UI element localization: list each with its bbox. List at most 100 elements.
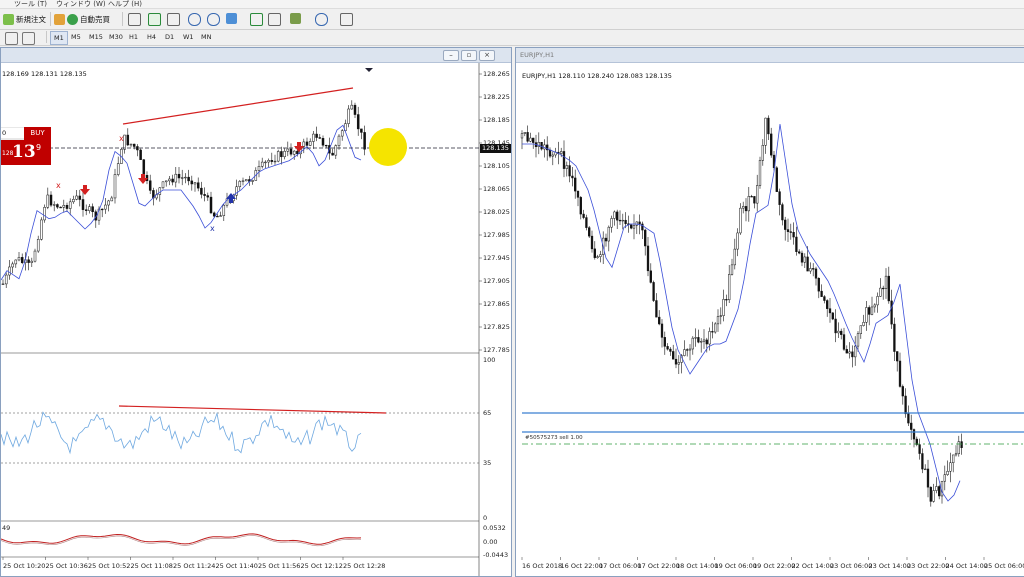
tf-m30[interactable]: M30 [106, 31, 126, 43]
autoscroll-icon[interactable] [268, 13, 281, 26]
candle [674, 348, 678, 369]
tf-m1[interactable]: M1 [50, 31, 68, 45]
tf-m5[interactable]: M5 [68, 31, 84, 43]
order-label: #50575273 sell 1.00 [525, 435, 583, 441]
candle [784, 216, 787, 241]
toolbar-separator [122, 12, 123, 26]
candle [571, 166, 574, 187]
candle [730, 258, 734, 276]
candle [789, 223, 792, 240]
candle [826, 299, 829, 317]
arrows-tool-icon[interactable] [22, 32, 35, 45]
time-tick-label: 25 Oct 10:20 [3, 562, 45, 570]
tf-mn[interactable]: MN [198, 31, 214, 43]
new-order-label: 新規注文 [16, 14, 46, 24]
osc-axis: 0.0532 0.00 -0.0443 [483, 524, 508, 559]
text-tool-icon[interactable] [5, 32, 18, 45]
right-ohlc-info: EURJPY,H1 128.110 128.240 128.083 128.13… [522, 72, 672, 80]
expert-icon [67, 13, 78, 25]
buy-button[interactable]: BUY [24, 127, 51, 140]
candle [750, 194, 753, 198]
time-tick-label: 16 Oct 2018 [522, 562, 562, 570]
candle-chart-icon[interactable] [148, 13, 161, 26]
time-tick-label: 25 Oct 11:08 [131, 562, 173, 570]
indicators-icon[interactable] [290, 13, 301, 24]
rsi-line [1, 411, 362, 455]
zoom-in-icon[interactable] [188, 13, 201, 26]
tf-h1[interactable]: H1 [126, 31, 141, 43]
candle [817, 277, 820, 299]
candle [764, 117, 767, 154]
price-tick-label: 127.985 [483, 231, 510, 239]
tf-d1[interactable]: D1 [162, 31, 177, 43]
candle [798, 249, 801, 255]
candle [590, 230, 594, 253]
candle [722, 289, 725, 322]
candle [946, 460, 949, 476]
right-chart-canvas[interactable]: 16 Oct 201816 Oct 22:0017 Oct 06:0017 Oc… [516, 48, 1024, 576]
candle [551, 151, 554, 166]
candle [767, 115, 770, 140]
new-order-button[interactable]: 新規注文 [3, 12, 46, 26]
chart-shift-icon[interactable] [250, 13, 263, 26]
candle [949, 452, 952, 483]
candle [663, 331, 666, 355]
auto-trading-button[interactable]: 自動売買 [54, 12, 110, 26]
buy-price-main[interactable]: 13 [12, 142, 36, 162]
rsi-tick-label: 0 [483, 514, 487, 522]
time-tick-label: 25 Oct 11:40 [216, 562, 258, 570]
candle [924, 464, 927, 471]
candle [700, 338, 703, 353]
time-tick-label: 24 Oct 14:00 [946, 562, 988, 570]
candle [775, 166, 778, 192]
candle [725, 294, 728, 307]
time-tick-label: 25 Oct 10:36 [46, 562, 88, 570]
menu-window[interactable]: ウィンドウ (W) [56, 0, 106, 9]
time-tick-label: 25 Oct 12:12 [301, 562, 343, 570]
time-tick-label: 22 Oct 14:00 [792, 562, 834, 570]
candle [770, 127, 773, 158]
candle [644, 228, 647, 256]
candle [935, 477, 938, 494]
candle [697, 329, 700, 344]
bar-chart-icon[interactable] [128, 13, 141, 26]
candle [831, 312, 834, 321]
candle [635, 221, 638, 235]
price-tick-label: 127.865 [483, 300, 510, 308]
tf-w1[interactable]: W1 [180, 31, 197, 43]
periods-icon[interactable] [315, 13, 328, 26]
time-tick-label: 19 Oct 22:00 [753, 562, 795, 570]
tile-windows-icon[interactable] [226, 13, 237, 24]
candle [845, 345, 848, 354]
menu-tools[interactable]: ツール (T) [14, 0, 47, 9]
timeframe-toolbar: M1 M5 M15 M30 H1 H4 D1 W1 MN [0, 30, 1024, 46]
menu-help[interactable]: ヘルプ (H) [108, 0, 142, 9]
candle [842, 327, 846, 351]
left-chart-canvas[interactable]: x x x 128.265128.225128.185128.145128.10… [1, 48, 511, 576]
candle [907, 405, 910, 426]
candle [714, 322, 717, 334]
candle [630, 224, 633, 230]
candle [915, 436, 918, 447]
tf-h4[interactable]: H4 [144, 31, 159, 43]
tf-m15[interactable]: M15 [86, 31, 106, 43]
time-tick-label: 23 Oct 06:00 [830, 562, 872, 570]
time-tick-label: 25 Oct 11:56 [258, 562, 300, 570]
candle [901, 384, 904, 405]
candle [618, 210, 622, 225]
right-time-axis: 16 Oct 201816 Oct 22:0017 Oct 06:0017 Oc… [521, 557, 1024, 570]
templates-icon[interactable] [340, 13, 353, 26]
candle [616, 209, 619, 230]
rsi-trendline[interactable] [118, 405, 387, 414]
menu-bar: ツール (T) ウィンドウ (W) ヘルプ (H) [0, 0, 1024, 9]
zoom-out-icon[interactable] [207, 13, 220, 26]
candle [529, 132, 532, 143]
left-current-price-tag: 128.135 [480, 144, 511, 153]
line-chart-icon[interactable] [167, 13, 180, 26]
candle [613, 210, 616, 226]
rsi-tick-label: 35 [483, 459, 491, 467]
candle [610, 215, 613, 233]
candle [562, 140, 566, 178]
left-time-axis: 25 Oct 10:20 25 Oct 10:36 25 Oct 10:52 25 O… [2, 557, 385, 570]
lot-size-field[interactable]: 0 [1, 128, 24, 138]
